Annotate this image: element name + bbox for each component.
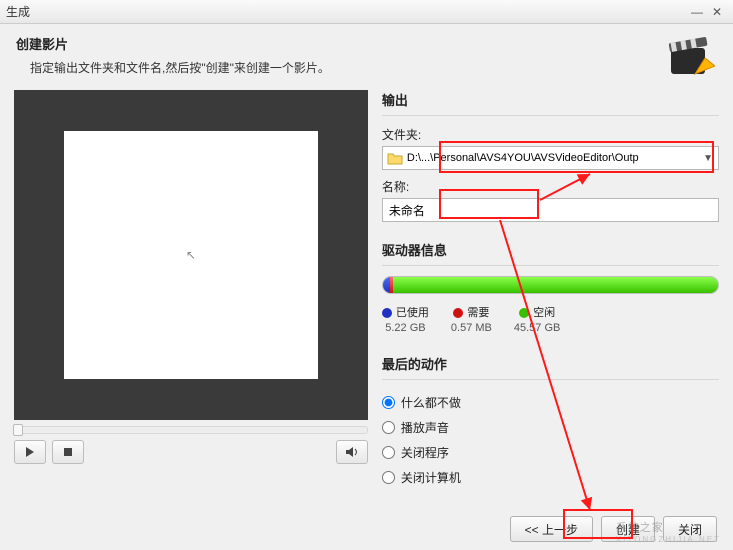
legend-used: 已使用 5.22 GB xyxy=(382,304,429,334)
divider xyxy=(382,115,719,116)
legend-used-label: 已使用 xyxy=(396,307,429,319)
preview-column: ↖ xyxy=(14,90,368,490)
radio-close-program-label: 关闭程序 xyxy=(401,444,449,461)
drive-usage-bar xyxy=(382,276,719,294)
titlebar: 生成 — ✕ xyxy=(0,0,733,24)
dot-blue-icon xyxy=(382,308,392,318)
seek-knob[interactable] xyxy=(13,424,23,436)
video-preview: ↖ xyxy=(14,90,368,420)
stop-icon xyxy=(63,447,73,457)
drive-section-title: 驱动器信息 xyxy=(382,240,719,259)
drive-used-segment xyxy=(383,277,390,293)
minimize-button[interactable]: — xyxy=(687,4,707,20)
page-title: 创建影片 xyxy=(16,34,717,53)
output-section-title: 输出 xyxy=(382,90,719,109)
divider xyxy=(382,379,719,380)
stop-button[interactable] xyxy=(52,440,84,464)
speaker-icon xyxy=(345,446,359,458)
legend-free-label: 空闲 xyxy=(533,307,555,319)
player-controls xyxy=(14,440,368,464)
close-window-button[interactable]: ✕ xyxy=(707,4,727,20)
name-label: 名称: xyxy=(382,178,719,195)
legend-need-value: 0.57 MB xyxy=(451,322,492,334)
radio-close-program-input[interactable] xyxy=(382,446,395,459)
radio-do-nothing-input[interactable] xyxy=(382,396,395,409)
folder-input[interactable] xyxy=(407,152,700,164)
final-action-group: 什么都不做 播放声音 关闭程序 关闭计算机 xyxy=(382,390,719,490)
play-button[interactable] xyxy=(14,440,46,464)
dot-red-icon xyxy=(453,308,463,318)
radio-shutdown-label: 关闭计算机 xyxy=(401,469,461,486)
final-section-title: 最后的动作 xyxy=(382,354,719,373)
folder-icon xyxy=(387,151,403,165)
clapper-icon xyxy=(665,30,715,80)
legend-used-value: 5.22 GB xyxy=(382,322,429,334)
back-button[interactable]: << 上一步 xyxy=(510,516,593,542)
radio-do-nothing-label: 什么都不做 xyxy=(401,394,461,411)
name-field[interactable] xyxy=(382,198,719,222)
drive-free-segment xyxy=(393,277,718,293)
page-subtitle: 指定输出文件夹和文件名,然后按"创建"来创建一个影片。 xyxy=(30,59,717,76)
volume-button[interactable] xyxy=(336,440,368,464)
name-input[interactable] xyxy=(383,199,718,221)
radio-play-sound-input[interactable] xyxy=(382,421,395,434)
radio-shutdown[interactable]: 关闭计算机 xyxy=(382,465,719,490)
legend-need: 需要 0.57 MB xyxy=(451,304,492,334)
radio-shutdown-input[interactable] xyxy=(382,471,395,484)
radio-play-sound-label: 播放声音 xyxy=(401,419,449,436)
legend-free-value: 45.57 GB xyxy=(514,322,560,334)
radio-play-sound[interactable]: 播放声音 xyxy=(382,415,719,440)
play-icon xyxy=(25,447,35,457)
drive-legend: 已使用 5.22 GB 需要 0.57 MB 空闲 45.57 GB xyxy=(382,304,719,334)
dot-green-icon xyxy=(519,308,529,318)
divider xyxy=(382,265,719,266)
settings-column: 输出 文件夹: ▼ 名称: 驱动器信息 已使用 5.22 GB xyxy=(382,90,719,490)
window-title: 生成 xyxy=(6,3,30,20)
folder-field[interactable]: ▼ xyxy=(382,146,719,170)
watermark-line1: 系统之家 xyxy=(616,522,664,534)
watermark: 系统之家 XITONGZHIJIA.NET xyxy=(616,519,721,544)
seek-bar[interactable] xyxy=(14,426,368,434)
radio-do-nothing[interactable]: 什么都不做 xyxy=(382,390,719,415)
watermark-line2: XITONGZHIJIA.NET xyxy=(616,535,721,544)
folder-label: 文件夹: xyxy=(382,126,719,143)
legend-free: 空闲 45.57 GB xyxy=(514,304,560,334)
header: 创建影片 指定输出文件夹和文件名,然后按"创建"来创建一个影片。 xyxy=(0,24,733,82)
legend-need-label: 需要 xyxy=(467,307,489,319)
cursor-icon: ↖ xyxy=(186,248,196,262)
radio-close-program[interactable]: 关闭程序 xyxy=(382,440,719,465)
folder-dropdown-caret[interactable]: ▼ xyxy=(700,153,716,164)
drive-need-segment xyxy=(390,277,393,293)
